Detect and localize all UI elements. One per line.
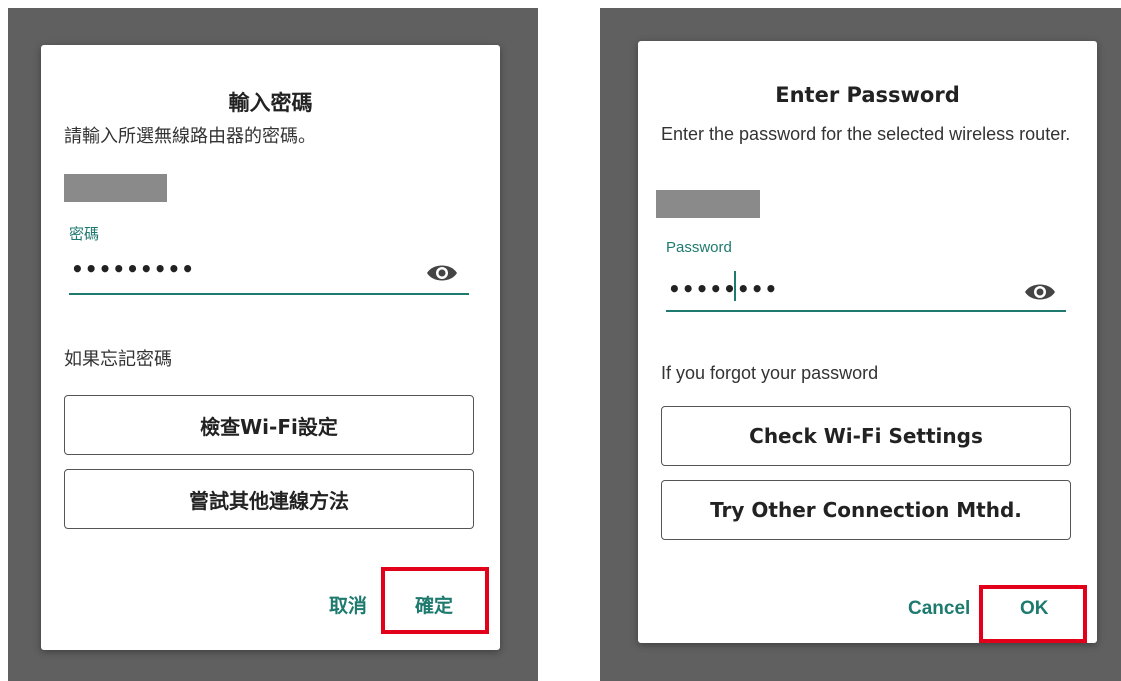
dialog-description: 請輸入所選無線路由器的密碼。	[64, 126, 316, 146]
password-label: Password	[666, 239, 732, 256]
cancel-button[interactable]: 取消	[329, 591, 367, 618]
forgot-password-text: 如果忘記密碼	[64, 349, 172, 369]
eye-icon[interactable]	[425, 261, 459, 285]
password-input[interactable]: ••••••••	[668, 277, 778, 301]
password-underline	[69, 293, 469, 295]
text-cursor	[734, 271, 736, 301]
check-wifi-settings-button[interactable]: Check Wi-Fi Settings	[661, 406, 1071, 466]
password-underline	[666, 310, 1066, 312]
eye-icon[interactable]	[1023, 280, 1057, 304]
dialog-title: 輸入密碼	[228, 91, 313, 115]
dialog-description: Enter the password for the selected wire…	[661, 124, 1071, 144]
forgot-password-text: If you forgot your password	[661, 363, 879, 383]
check-wifi-settings-button[interactable]: 檢查Wi-Fi設定	[64, 395, 474, 455]
password-dialog: 輸入密碼 請輸入所選無線路由器的密碼。 密碼 ••••••••• 如果忘記密碼 …	[41, 45, 500, 650]
password-label: 密碼	[69, 226, 100, 243]
password-dialog: Enter Password Enter the password for th…	[638, 41, 1097, 643]
ok-highlight-box	[979, 585, 1087, 643]
dialog-title: Enter Password	[775, 83, 960, 107]
cancel-button[interactable]: Cancel	[908, 598, 970, 620]
ok-highlight-box	[381, 567, 489, 634]
ssid-redacted	[656, 190, 760, 218]
try-other-connection-button[interactable]: Try Other Connection Mthd.	[661, 480, 1071, 540]
password-input[interactable]: •••••••••	[71, 257, 195, 281]
try-other-connection-button[interactable]: 嘗試其他連線方法	[64, 469, 474, 529]
left-screen: 輸入密碼 請輸入所選無線路由器的密碼。 密碼 ••••••••• 如果忘記密碼 …	[8, 8, 538, 681]
ssid-redacted	[64, 174, 167, 202]
right-screen: Enter Password Enter the password for th…	[600, 8, 1121, 681]
